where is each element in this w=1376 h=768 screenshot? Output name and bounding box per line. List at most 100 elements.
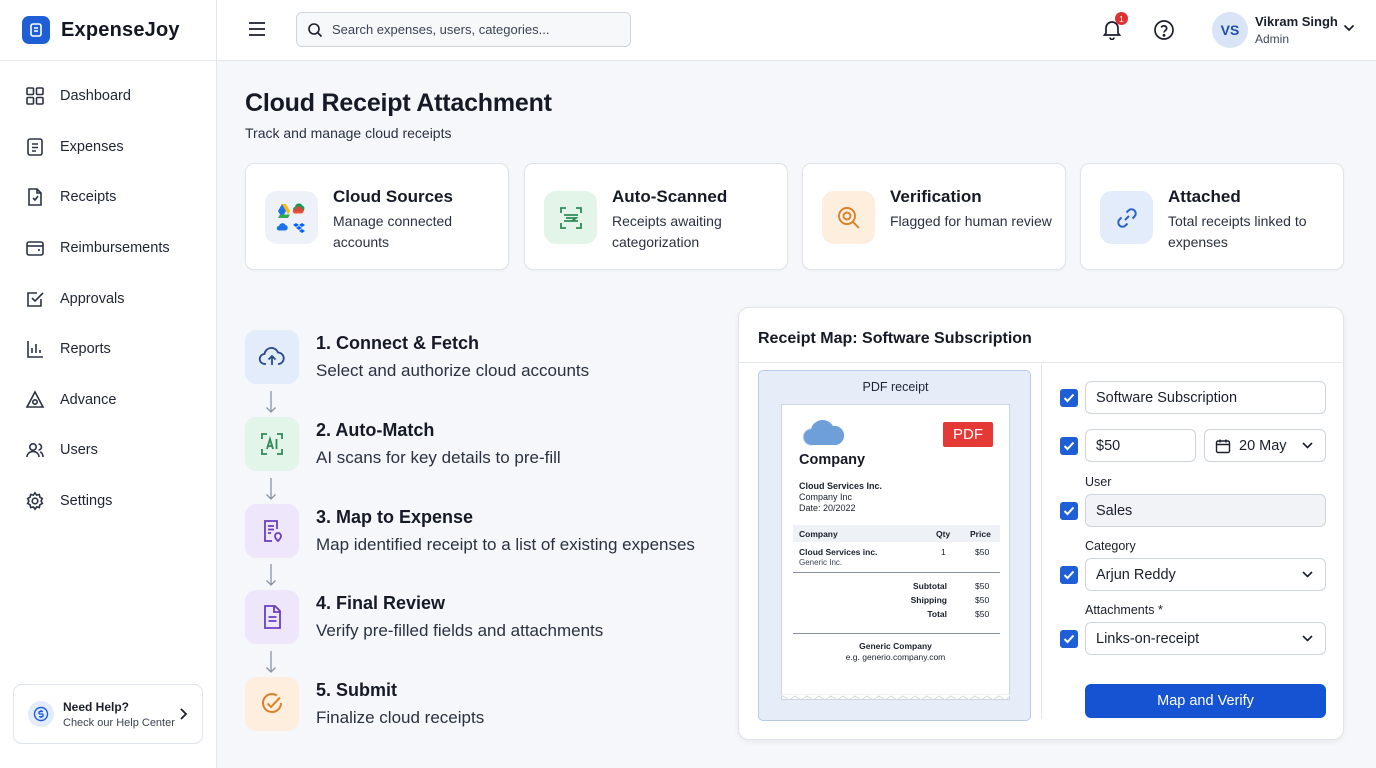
receipt-item-price: $50 xyxy=(975,547,990,557)
card-verification[interactable]: Verification Flagged for human review xyxy=(802,163,1066,270)
step-desc: Map identified receipt to a list of exis… xyxy=(316,535,695,554)
sidebar-item-advance[interactable]: Advance xyxy=(0,375,216,426)
receipt-vendor: Cloud Services Inc. xyxy=(799,481,883,491)
sidebar-item-dashboard[interactable]: Dashboard xyxy=(0,71,216,122)
sidebar-item-receipts[interactable]: Receipts xyxy=(0,172,216,223)
map-and-verify-button[interactable]: Map and Verify xyxy=(1085,684,1326,718)
dollar-circle-icon xyxy=(28,701,54,727)
document-icon xyxy=(245,590,299,644)
card-attached[interactable]: Attached Total receipts linked to expens… xyxy=(1080,163,1344,270)
sidebar-item-label: Receipts xyxy=(60,189,117,206)
receipt-rule xyxy=(793,572,1000,573)
sidebar-item-users[interactable]: Users xyxy=(0,425,216,476)
receipt-shipping: $50 xyxy=(975,595,990,605)
check-icon xyxy=(1063,393,1075,403)
check-icon xyxy=(1063,634,1075,644)
magnify-icon xyxy=(822,191,875,244)
sidebar-item-expenses[interactable]: Expenses xyxy=(0,122,216,173)
arrow-down-icon xyxy=(266,391,276,413)
card-desc: Receipts awaiting categorization xyxy=(612,213,722,250)
card-desc: Total receipts linked to expenses xyxy=(1168,213,1307,250)
ai-icon xyxy=(245,417,299,471)
attachments-label: Attachments * xyxy=(1085,603,1163,617)
receipt-map-panel: Receipt Map: Software Subscription PDF r… xyxy=(738,307,1344,740)
amount-field[interactable]: $50 xyxy=(1085,429,1196,462)
step-desc: AI scans for key details to pre-fill xyxy=(316,448,561,467)
sidebar-item-reports[interactable]: Reports xyxy=(0,324,216,375)
attachments-select[interactable]: Links-on-receipt xyxy=(1085,622,1326,655)
wallet-icon xyxy=(26,241,44,256)
topbar: 1 VS Vikram Singh Admin xyxy=(217,0,1376,61)
sidebar-item-label: Dashboard xyxy=(60,88,131,105)
chevron-down-icon xyxy=(1302,635,1313,642)
checkbox-attachments[interactable] xyxy=(1060,630,1078,648)
cloud-upload-icon xyxy=(245,330,299,384)
step-desc: Select and authorize cloud accounts xyxy=(316,361,590,380)
card-auto-scanned[interactable]: Auto-Scanned Receipts awaiting categoriz… xyxy=(524,163,788,270)
gear-icon xyxy=(26,491,44,511)
sidebar: ExpenseJoy Dashboard Expenses Receipts R… xyxy=(0,0,217,768)
avatar[interactable]: VS xyxy=(1212,12,1248,48)
step-title: 1. Connect & Fetch xyxy=(316,333,480,353)
page-subtitle: Track and manage cloud receipts xyxy=(245,125,452,141)
checkbox-title[interactable] xyxy=(1060,389,1078,407)
chevron-down-icon xyxy=(1302,442,1313,449)
receipt-label: PDF receipt xyxy=(862,380,929,394)
receipt-company: Company xyxy=(799,452,866,468)
sidebar-item-label: Settings xyxy=(60,493,113,510)
panel-title: Receipt Map: Software Subscription xyxy=(758,330,1032,347)
sidebar-nav: Dashboard Expenses Receipts Reimbursemen… xyxy=(0,61,216,526)
step-desc: Verify pre-filled fields and attachments xyxy=(316,621,604,640)
card-desc: Flagged for human review xyxy=(890,213,1052,229)
sidebar-item-settings[interactable]: Settings xyxy=(0,476,216,527)
card-title: Attached xyxy=(1168,187,1241,206)
check-icon xyxy=(1063,441,1075,451)
check-icon xyxy=(1063,506,1075,516)
cloud-apps-icon xyxy=(265,191,318,244)
category-select[interactable]: Arjun Reddy xyxy=(1085,558,1326,591)
user-field[interactable]: Sales xyxy=(1085,494,1326,527)
receipt-col: Company xyxy=(799,529,838,539)
receipt-item-name: Cloud Services inc. xyxy=(799,547,878,557)
check-icon xyxy=(1063,570,1075,580)
user-role: Admin xyxy=(1255,32,1290,46)
step-desc: Finalize cloud receipts xyxy=(316,708,485,727)
card-cloud-sources[interactable]: Cloud Sources Manage connected accounts xyxy=(245,163,509,270)
brand-logo-icon xyxy=(22,16,50,44)
category-label: Category xyxy=(1085,539,1136,553)
brand[interactable]: ExpenseJoy xyxy=(0,0,216,61)
users-icon xyxy=(26,443,44,458)
receipt-item-qty: 1 xyxy=(941,547,946,557)
sidebar-item-label: Reports xyxy=(60,341,111,358)
receipt-total: $50 xyxy=(975,609,990,619)
help-circle-icon[interactable] xyxy=(1153,19,1175,41)
calendar-icon xyxy=(1215,439,1231,454)
hamburger-menu-icon[interactable] xyxy=(248,21,266,37)
help-center-card[interactable]: Need Help? Check our Help Center xyxy=(13,684,203,744)
chevron-right-icon xyxy=(180,708,188,720)
receipt-subtotal: $50 xyxy=(975,581,990,591)
bar-chart-icon xyxy=(27,341,43,359)
receipt-subtotal-label: Subtotal xyxy=(913,581,947,591)
chevron-down-icon[interactable] xyxy=(1343,24,1355,32)
checkbox-category[interactable] xyxy=(1060,566,1078,584)
checkbox-user[interactable] xyxy=(1060,502,1078,520)
sidebar-item-label: Advance xyxy=(60,391,117,408)
pdf-badge: PDF xyxy=(943,422,993,447)
sidebar-item-reimbursements[interactable]: Reimbursements xyxy=(0,223,216,274)
title-field[interactable]: Software Subscription xyxy=(1085,381,1326,414)
receipt-vendor-sub: Company Inc xyxy=(799,492,853,502)
sidebar-item-approvals[interactable]: Approvals xyxy=(0,273,216,324)
sidebar-item-label: Expenses xyxy=(60,138,124,155)
step-title: 5. Submit xyxy=(316,680,398,700)
help-subtitle: Check our Help Center xyxy=(63,716,175,729)
grid-icon xyxy=(26,87,44,106)
search-input[interactable] xyxy=(332,22,612,37)
category-value: Arjun Reddy xyxy=(1096,566,1176,583)
card-title: Verification xyxy=(890,187,982,206)
receipt-preview[interactable]: PDF receipt Company PDF Cloud Services I… xyxy=(758,370,1031,721)
date-value: 20 May xyxy=(1239,437,1287,454)
date-field[interactable]: 20 May xyxy=(1204,429,1326,462)
checkbox-amount[interactable] xyxy=(1060,437,1078,455)
receipt-tear-edge xyxy=(781,694,1010,701)
